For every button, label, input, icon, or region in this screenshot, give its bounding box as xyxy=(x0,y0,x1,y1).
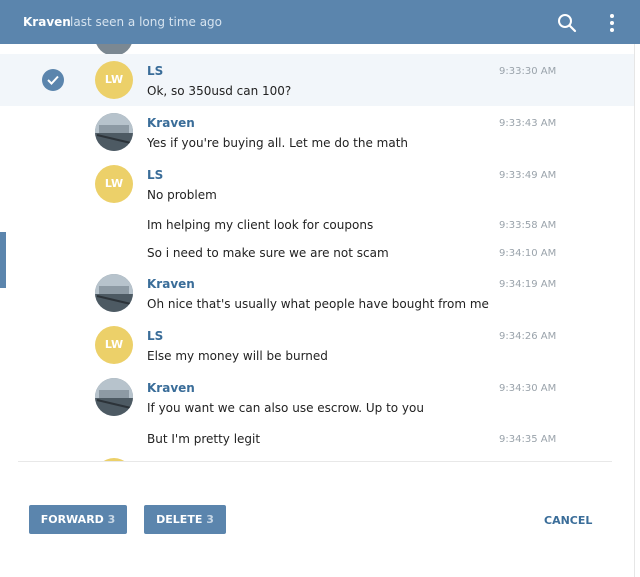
message-text: Else my money will be burned xyxy=(147,349,328,363)
message-time: 9:33:49 AM xyxy=(499,170,557,181)
message-row[interactable]: Kraven If you want we can also use escro… xyxy=(0,371,634,423)
avatar[interactable]: LW xyxy=(95,326,133,364)
forward-label: FORWARD xyxy=(40,513,104,526)
message-text: But I'm pretty legit xyxy=(147,432,261,446)
search-icon[interactable] xyxy=(556,12,578,34)
message-sender[interactable]: LS xyxy=(147,64,163,78)
message-text: Oh nice that's usually what people have … xyxy=(147,297,489,311)
forward-count: 3 xyxy=(107,513,116,526)
message-row[interactable]: LW LS Ok, so 350usd can 100? 9:33:30 AM xyxy=(0,54,634,106)
delete-count: 3 xyxy=(206,513,214,526)
message-text: So i need to make sure we are not scam xyxy=(147,246,389,260)
delete-button[interactable]: DELETE 3 xyxy=(144,505,226,534)
message-row[interactable]: LW LS No problem 9:33:49 AM xyxy=(0,158,634,210)
message-row[interactable]: Kraven Yes if you're buying all. Let me … xyxy=(0,106,634,158)
message-row[interactable]: Im helping my client look for coupons 9:… xyxy=(0,210,634,238)
message-text: If you want we can also use escrow. Up t… xyxy=(147,401,424,415)
message-time: 9:34:35 AM xyxy=(499,434,557,445)
avatar[interactable] xyxy=(95,378,133,416)
message-text: No problem xyxy=(147,188,217,202)
message-time: 9:34:30 AM xyxy=(499,383,557,394)
avatar[interactable]: LW xyxy=(95,165,133,203)
message-time: 9:33:30 AM xyxy=(499,66,557,77)
message-sender[interactable]: Kraven xyxy=(147,116,195,130)
message-time: 9:34:26 AM xyxy=(499,331,557,342)
message-text: Yes if you're buying all. Let me do the … xyxy=(147,136,409,150)
delete-label: DELETE xyxy=(156,513,203,526)
message-time: 9:33:58 AM xyxy=(499,220,557,231)
message-row[interactable]: But I'm pretty legit 9:34:35 AM xyxy=(0,424,634,452)
message-time: 9:34:19 AM xyxy=(499,279,557,290)
message-row[interactable]: So i need to make sure we are not scam 9… xyxy=(0,238,634,266)
message-time: 9:34:10 AM xyxy=(499,248,557,259)
selection-action-bar: FORWARD 3 DELETE 3 CANCEL xyxy=(0,462,634,577)
divider xyxy=(634,44,635,577)
cancel-button[interactable]: CANCEL xyxy=(544,514,592,527)
selected-check-icon[interactable] xyxy=(42,69,64,91)
message-sender[interactable]: LS xyxy=(147,168,163,182)
peer-name[interactable]: Kraven xyxy=(23,15,71,29)
message-text: Ok, so 350usd can 100? xyxy=(147,84,292,98)
chat-header: Kraven last seen a long time ago xyxy=(0,0,640,44)
avatar[interactable] xyxy=(95,113,133,151)
avatar[interactable]: LW xyxy=(95,61,133,99)
message-sender[interactable]: Kraven xyxy=(147,277,195,291)
message-feed[interactable]: LW LS Ok, so 350usd can 100? 9:33:30 AM … xyxy=(0,44,634,461)
message-time: 9:33:43 AM xyxy=(499,118,557,129)
message-row[interactable]: LW LS Else my money will be burned 9:34:… xyxy=(0,319,634,371)
peer-status: last seen a long time ago xyxy=(70,15,223,29)
message-text: Im helping my client look for coupons xyxy=(147,218,374,232)
forward-button[interactable]: FORWARD 3 xyxy=(29,505,127,534)
message-sender[interactable]: LS xyxy=(147,329,163,343)
avatar[interactable] xyxy=(95,274,133,312)
message-row[interactable]: Kraven Oh nice that's usually what peopl… xyxy=(0,267,634,319)
message-sender[interactable]: Kraven xyxy=(147,381,195,395)
more-vertical-icon[interactable] xyxy=(604,12,620,34)
